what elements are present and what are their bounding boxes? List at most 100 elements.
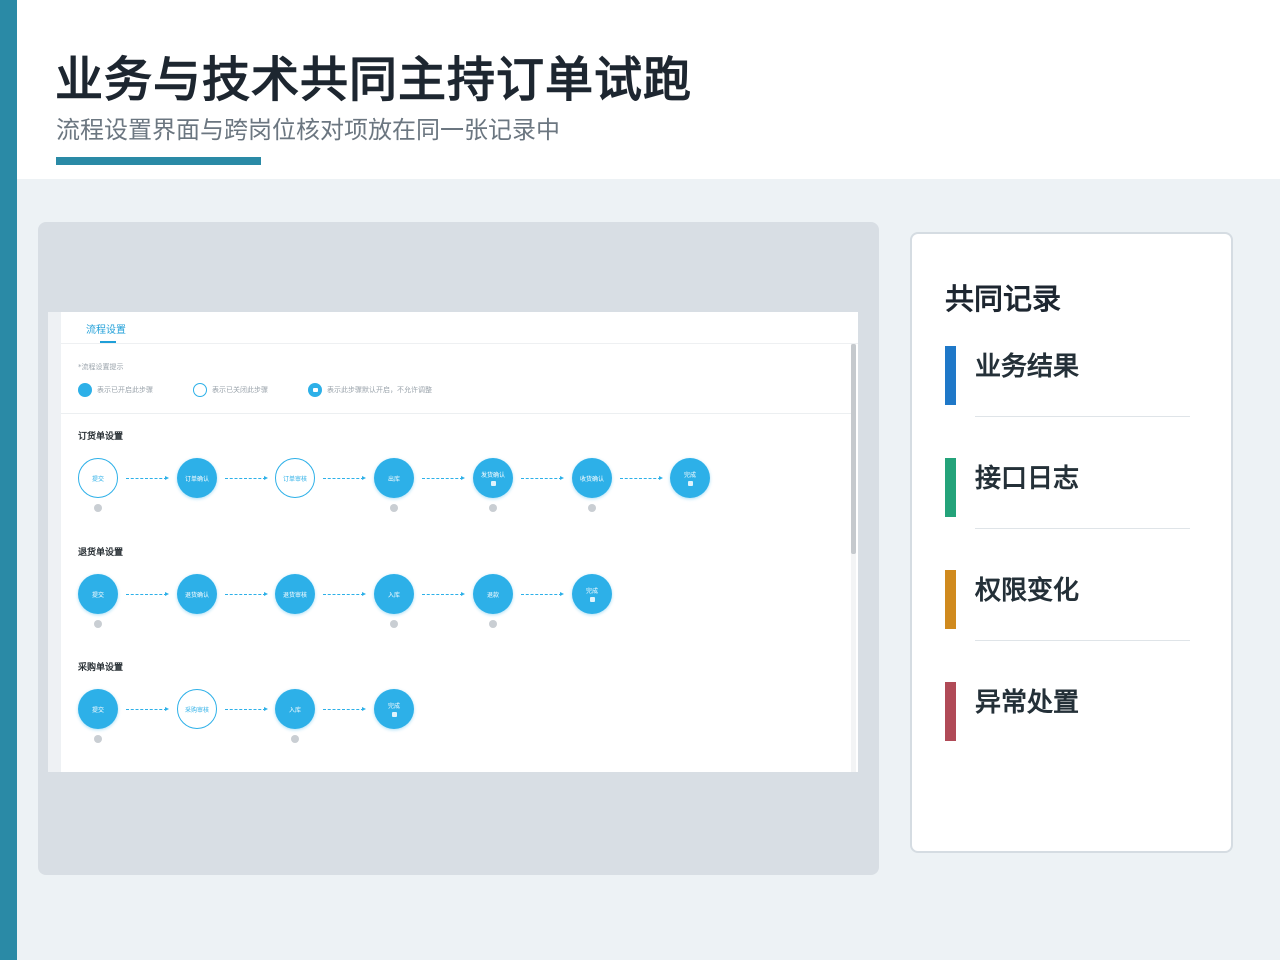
flow-step[interactable]: 退货确认 [177, 574, 217, 614]
record-item-exception-handling: 异常处置 [945, 682, 1200, 794]
section-title: 采购单设置 [78, 663, 124, 673]
help-icon[interactable] [489, 504, 497, 512]
flow-step-label: 出库 [387, 475, 400, 483]
left-accent-bar [0, 0, 17, 960]
flow-connector-arrow [323, 592, 366, 596]
flow-step-label: 退货审核 [282, 591, 307, 599]
app-side-gutter [48, 312, 61, 772]
page-subtitle: 流程设置界面与跨岗位核对项放在同一张记录中 [56, 116, 560, 144]
record-label: 接口日志 [975, 464, 1080, 494]
flow-step-label: 入库 [387, 591, 400, 599]
legend-enabled: 表示已开启此步骤 [78, 383, 153, 397]
flow-step-label: 退货确认 [184, 591, 209, 599]
flow-step-label: 提交 [91, 706, 104, 714]
help-icon[interactable] [390, 620, 398, 628]
flow-connector-arrow [225, 707, 268, 711]
shared-record-card: 共同记录 业务结果 接口日志 权限变化 异常处置 [910, 232, 1233, 853]
flow-connector-arrow [422, 476, 465, 480]
record-label: 异常处置 [975, 688, 1080, 718]
help-icon[interactable] [588, 504, 596, 512]
record-item-business-result: 业务结果 [945, 346, 1200, 458]
flow-settings-screenshot: 流程设置 *流程设置提示 表示已开启此步骤 表示已关闭此步骤 表示此步骤默认开启… [48, 312, 858, 772]
help-icon[interactable] [94, 620, 102, 628]
card-title: 共同记录 [945, 282, 1062, 316]
help-icon[interactable] [390, 504, 398, 512]
flow-step[interactable]: 退货审核 [275, 574, 315, 614]
lock-icon [687, 481, 693, 486]
record-color-bar [945, 346, 956, 405]
record-item-permission-change: 权限变化 [945, 570, 1200, 682]
flow-step-label: 退款 [486, 591, 499, 599]
flow-step-label: 订单确认 [184, 475, 209, 483]
help-icon[interactable] [94, 735, 102, 743]
title-underline [56, 157, 261, 165]
legend-divider [61, 413, 851, 414]
flow-step[interactable]: 订单审核 [275, 458, 315, 498]
flow-step[interactable]: 退款 [473, 574, 513, 614]
flow-step[interactable]: 出库 [374, 458, 414, 498]
disabled-step-icon [193, 383, 207, 397]
help-icon[interactable] [489, 620, 497, 628]
vertical-scrollbar[interactable] [851, 344, 856, 772]
record-color-bar [945, 458, 956, 517]
scrollbar-thumb[interactable] [851, 344, 856, 554]
help-icon[interactable] [291, 735, 299, 743]
legend-locked-text: 表示此步骤默认开启，不允许调整 [327, 386, 432, 394]
flow-step[interactable]: 采购审核 [177, 689, 217, 729]
flow-step[interactable]: 提交 [78, 689, 118, 729]
flow-step[interactable]: 订单确认 [177, 458, 217, 498]
flow-step-label: 完成 [683, 472, 696, 479]
flow-step-label: 完成 [585, 588, 598, 595]
enabled-step-icon [78, 383, 92, 397]
record-divider [975, 528, 1190, 529]
flow-connector-arrow [126, 476, 169, 480]
flow-connector-arrow [225, 592, 268, 596]
flow-connector-arrow [323, 476, 366, 480]
flow-step[interactable]: 提交 [78, 458, 118, 498]
help-icon[interactable] [94, 504, 102, 512]
flow-step-label: 提交 [91, 475, 104, 483]
record-divider [975, 416, 1190, 417]
flow-step-label: 发货确认 [480, 472, 505, 479]
page-header: 业务与技术共同主持订单试跑 流程设置界面与跨岗位核对项放在同一张记录中 [17, 0, 1280, 179]
record-color-bar [945, 682, 956, 741]
flow-step[interactable]: 收货确认 [572, 458, 612, 498]
tab-bar: 流程设置 [61, 312, 858, 344]
flow-step[interactable]: 发货确认 [473, 458, 513, 498]
flow-step[interactable]: 完成 [374, 689, 414, 729]
flow-connector-arrow [422, 592, 465, 596]
flow-step-label: 提交 [91, 591, 104, 599]
tab-flow-settings[interactable]: 流程设置 [86, 321, 126, 336]
flow-connector-arrow [521, 592, 564, 596]
flow-step-label: 订单审核 [282, 475, 307, 483]
record-label: 权限变化 [975, 576, 1080, 606]
flow-connector-arrow [225, 476, 268, 480]
flow-step[interactable]: 提交 [78, 574, 118, 614]
flow-hint-title: *流程设置提示 [78, 363, 124, 371]
legend-locked: 表示此步骤默认开启，不允许调整 [308, 383, 432, 397]
lock-icon [391, 712, 397, 717]
record-item-interface-log: 接口日志 [945, 458, 1200, 570]
flow-connector-arrow [323, 707, 366, 711]
flow-step[interactable]: 完成 [670, 458, 710, 498]
tab-active-indicator [100, 341, 116, 343]
record-label: 业务结果 [975, 352, 1080, 382]
flow-step[interactable]: 入库 [275, 689, 315, 729]
flow-step-label: 收货确认 [579, 475, 604, 483]
locked-step-icon [308, 383, 322, 397]
legend-disabled: 表示已关闭此步骤 [193, 383, 268, 397]
flow-connector-arrow [620, 476, 663, 480]
flow-step-label: 入库 [288, 706, 301, 714]
page-title: 业务与技术共同主持订单试跑 [55, 52, 693, 108]
flow-step-label: 完成 [387, 703, 400, 710]
flow-step[interactable]: 入库 [374, 574, 414, 614]
legend-disabled-text: 表示已关闭此步骤 [212, 386, 268, 394]
section-title: 退货单设置 [78, 548, 124, 558]
record-color-bar [945, 570, 956, 629]
flow-connector-arrow [521, 476, 564, 480]
lock-icon [490, 481, 496, 486]
flow-connector-arrow [126, 707, 169, 711]
lock-icon [589, 597, 595, 602]
flow-step-label: 采购审核 [184, 706, 209, 714]
flow-step[interactable]: 完成 [572, 574, 612, 614]
